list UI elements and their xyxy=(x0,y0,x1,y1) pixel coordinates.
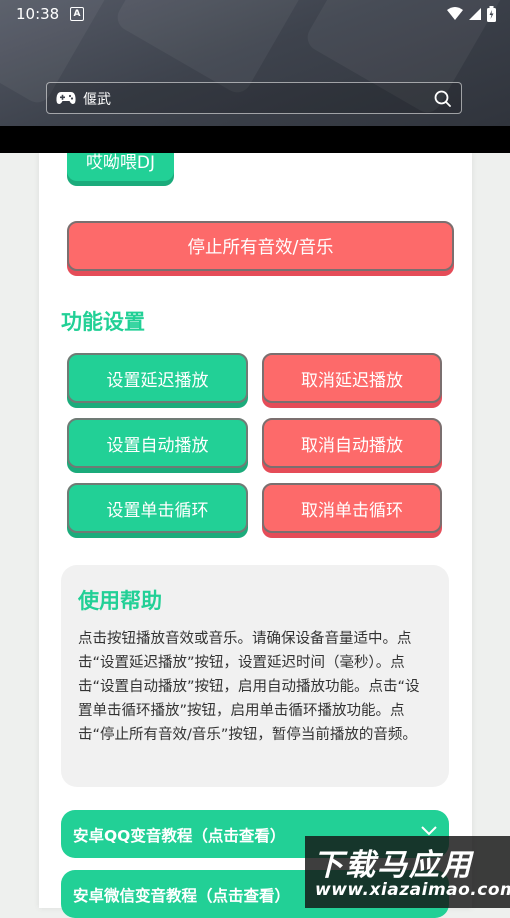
status-bar: 10:38 A xyxy=(0,0,510,30)
button-label: 设置延迟播放 xyxy=(106,370,209,391)
watermark-title: 下载马应用 xyxy=(313,848,473,883)
section-title-settings: 功能设置 xyxy=(61,310,145,334)
stop-all-button[interactable]: 停止所有音效/音乐 xyxy=(67,221,454,271)
stop-all-label: 停止所有音效/音乐 xyxy=(187,237,334,258)
set-auto-play-button[interactable]: 设置自动播放 xyxy=(67,418,248,468)
button-label: 设置自动播放 xyxy=(106,435,209,456)
cancel-delay-play-button[interactable]: 取消延迟播放 xyxy=(262,353,442,403)
button-label: 取消自动播放 xyxy=(301,435,403,456)
cancel-click-loop-button[interactable]: 取消单击循环 xyxy=(262,483,442,533)
divider-band-overlay xyxy=(0,126,510,153)
tutorial-label: 安卓微信变音教程（点击查看） xyxy=(73,887,291,905)
app-header: 10:38 A 偃武 xyxy=(0,0,510,126)
set-click-loop-button[interactable]: 设置单击循环 xyxy=(67,483,248,533)
watermark-logo: 下载马应用 www.xiazaimao.com xyxy=(305,836,510,908)
wifi-icon xyxy=(447,7,463,20)
signal-icon xyxy=(469,8,481,20)
button-label: 设置单击循环 xyxy=(106,500,209,521)
gamepad-icon xyxy=(56,92,76,104)
search-icon[interactable] xyxy=(434,90,451,107)
button-label: 取消延迟播放 xyxy=(301,370,403,391)
help-panel: 使用帮助 点击按钮播放音效或音乐。请确保设备音量适中。点击“设置延迟播放”按钮，… xyxy=(61,565,449,787)
chevron-down-icon xyxy=(421,826,437,836)
help-text: 点击按钮播放音效或音乐。请确保设备音量适中。点击“设置延迟播放”按钮，设置延迟时… xyxy=(78,631,420,743)
tutorial-label: 安卓QQ变音教程（点击查看） xyxy=(73,827,286,845)
button-label: 取消单击循环 xyxy=(301,500,403,521)
help-title: 使用帮助 xyxy=(78,589,162,613)
watermark-url: www.xiazaimao.com xyxy=(315,880,510,900)
status-time: 10:38 xyxy=(16,5,60,23)
status-icons xyxy=(447,6,496,22)
search-bar[interactable]: 偃武 xyxy=(46,82,462,114)
notification-icon: A xyxy=(70,7,84,21)
search-input[interactable]: 偃武 xyxy=(83,89,111,109)
set-delay-play-button[interactable]: 设置延迟播放 xyxy=(67,353,248,403)
cancel-auto-play-button[interactable]: 取消自动播放 xyxy=(262,418,442,468)
battery-icon xyxy=(487,6,496,22)
